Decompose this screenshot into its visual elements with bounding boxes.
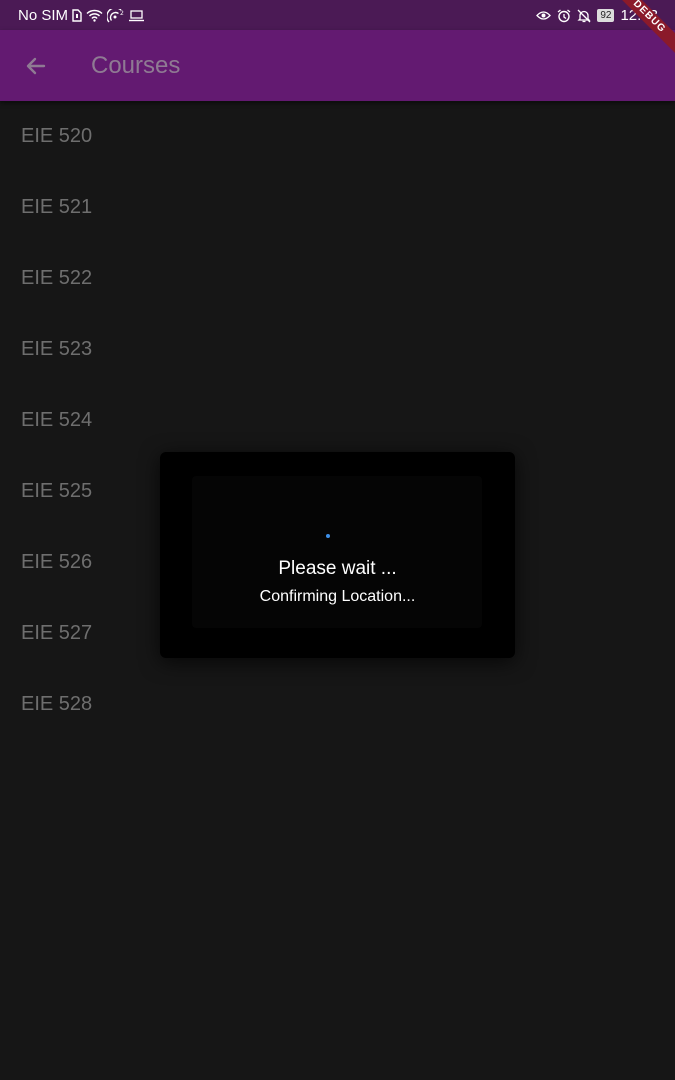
back-button[interactable] xyxy=(18,48,54,84)
dialog-message: Confirming Location... xyxy=(259,588,416,605)
status-left: No SIM 2 xyxy=(18,7,145,24)
svg-text:2: 2 xyxy=(120,10,124,17)
app-bar: Courses xyxy=(0,30,675,101)
course-item-eie-521[interactable]: EIE 521 xyxy=(0,172,675,243)
dialog-title: Please wait ... xyxy=(278,558,397,579)
course-item-eie-528[interactable]: EIE 528 xyxy=(0,669,675,740)
hotspot-icon: 2 xyxy=(107,8,125,23)
loading-spinner xyxy=(326,534,330,538)
eye-icon xyxy=(536,10,552,21)
carrier-label: No SIM xyxy=(18,7,69,24)
progress-dialog: Please wait ... Confirming Location... xyxy=(160,452,515,658)
notifications-off-icon xyxy=(577,9,591,23)
battery-icon: 92 xyxy=(597,9,615,22)
course-item-eie-522[interactable]: EIE 522 xyxy=(0,243,675,314)
wifi-icon xyxy=(86,9,103,22)
page-title: Courses xyxy=(91,52,181,79)
sim-icon xyxy=(72,9,82,22)
arrow-back-icon xyxy=(24,54,48,78)
course-item-eie-520[interactable]: EIE 520 xyxy=(0,101,675,172)
status-bar: No SIM 2 92 12:33 xyxy=(0,0,675,30)
course-item-eie-524[interactable]: EIE 524 xyxy=(0,385,675,456)
alarm-icon xyxy=(557,8,571,23)
course-item-eie-523[interactable]: EIE 523 xyxy=(0,314,675,385)
screen-cast-icon xyxy=(129,9,145,22)
